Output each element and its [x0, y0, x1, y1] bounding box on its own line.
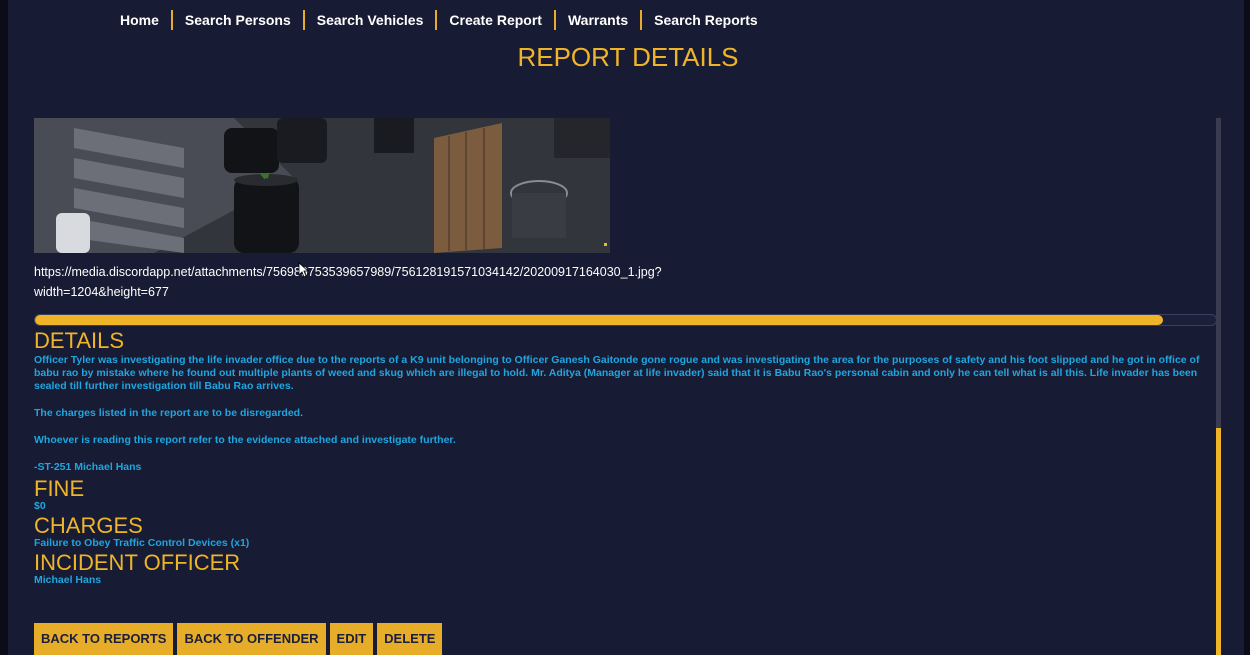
scrollbar[interactable]: [1216, 118, 1221, 655]
progress-bar: [34, 314, 1217, 326]
evidence-url[interactable]: https://media.discordapp.net/attachments…: [34, 262, 734, 302]
window-frame-left: [0, 0, 8, 655]
fine-value: $0: [34, 500, 46, 512]
action-bar: BACK TO REPORTS BACK TO OFFENDER EDIT DE…: [34, 623, 443, 655]
evidence-photo-drawing: [34, 118, 610, 253]
charges-value: Failure to Obey Traffic Control Devices …: [34, 537, 250, 549]
fine-heading: FINE: [34, 476, 85, 501]
incident-officer-value: Michael Hans: [34, 574, 102, 586]
back-to-offender-button[interactable]: BACK TO OFFENDER: [177, 623, 326, 655]
charges-heading: CHARGES: [34, 513, 143, 538]
details-signature: -ST-251 Michael Hans: [34, 461, 142, 473]
report-content: DETAILS Officer Tyler was investigating …: [34, 330, 1214, 587]
nav-search-vehicles[interactable]: Search Vehicles: [305, 12, 436, 28]
delete-button[interactable]: DELETE: [377, 623, 443, 655]
details-heading: DETAILS: [34, 328, 125, 353]
page-title: REPORT DETAILS: [517, 42, 739, 72]
mouse-cursor-icon: [298, 262, 310, 278]
details-paragraph: Whoever is reading this report refer to …: [34, 434, 456, 446]
details-paragraph: The charges listed in the report are to …: [34, 407, 303, 419]
nav-search-persons[interactable]: Search Persons: [173, 12, 303, 28]
top-navigation: Home Search Persons Search Vehicles Crea…: [108, 8, 770, 32]
progress-bar-fill: [35, 315, 1163, 325]
details-body: Officer Tyler was investigating the life…: [34, 354, 1214, 474]
evidence-url-line2: width=1204&height=677: [34, 285, 169, 299]
nav-create-report[interactable]: Create Report: [437, 12, 554, 28]
evidence-image[interactable]: [34, 118, 610, 253]
scrollbar-thumb[interactable]: [1216, 428, 1221, 655]
details-paragraph: Officer Tyler was investigating the life…: [34, 354, 1200, 392]
evidence-url-line1: https://media.discordapp.net/attachments…: [34, 265, 662, 279]
edit-button[interactable]: EDIT: [329, 623, 374, 655]
nav-home[interactable]: Home: [108, 12, 171, 28]
incident-officer-heading: INCIDENT OFFICER: [34, 550, 241, 575]
back-to-reports-button[interactable]: BACK TO REPORTS: [34, 623, 174, 655]
nav-search-reports[interactable]: Search Reports: [642, 12, 769, 28]
nav-warrants[interactable]: Warrants: [556, 12, 640, 28]
window-frame-right: [1244, 0, 1250, 655]
